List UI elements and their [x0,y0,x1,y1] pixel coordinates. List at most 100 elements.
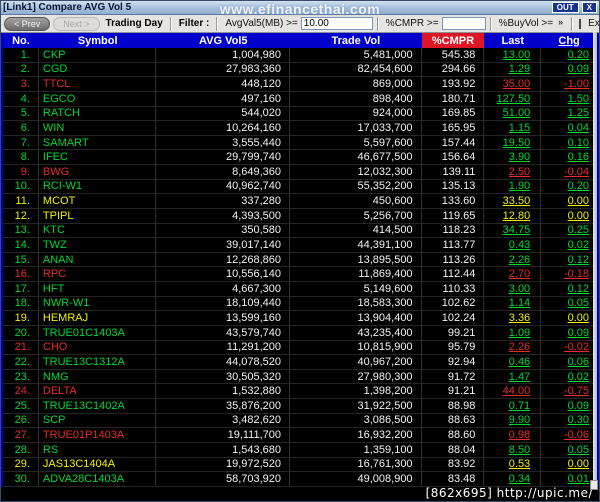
cell-symbol: SAMART [39,135,157,150]
table-row[interactable]: 29. JAS13C1404A 19,972,520 16,761,300 83.92 0… [3,457,597,473]
toolbar-overflow-icon[interactable]: » [558,17,563,27]
next-button[interactable]: Next > [53,16,100,31]
cell-trade-vol: 31,922,500 [290,399,422,413]
table-row[interactable]: 6. WIN 10,264,160 17,033,700 165.95 1.15 0.04 [3,121,597,136]
cell-cmpr: 139.11 [422,165,485,179]
table-row[interactable]: 13. KTC 350,580 414,500 118.23 34.75 0.25 [3,223,597,239]
cell-chg: 0.04 [567,121,590,134]
cell-avg-vol5: 4,393,500 [156,208,291,223]
header-cmpr[interactable]: %CMPR [421,33,485,48]
header-avg-vol5[interactable]: AVG Vol5 [156,33,290,48]
cell-trade-vol: 3,086,500 [290,413,422,428]
table-row[interactable]: 7. SAMART 3,555,440 5,597,600 157.44 19.50 0.1… [3,135,597,151]
table-row[interactable]: 14. TWZ 39,017,140 44,391,100 113.77 0.43 0.02 [3,238,597,253]
cell-symbol: EGCO [39,91,157,106]
cell-cmpr: 294.66 [422,62,485,77]
table-row[interactable]: 15. ANAN 12,268,860 13,895,500 113.26 2.26 0.1… [3,252,597,268]
header-trade-vol[interactable]: Trade Vol [290,33,422,48]
cell-chg: 0.10 [567,136,590,149]
table-row[interactable]: 24. DELTA 1,532,880 1,398,200 91.21 44.00 -0.7… [3,384,597,399]
cell-avg-vol5: 350,580 [156,223,291,238]
table-row[interactable]: 11. MCOT 337,280 450,600 133.60 33.50 0.00 [3,194,597,209]
quote-table-body: 1. CKP 1,004,980 5,481,000 545.38 13.00 0.20 2.… [1,48,599,487]
cell-chg: 0.20 [567,48,590,61]
prev-button[interactable]: < Prev [4,16,51,31]
cell-avg-vol5: 39,017,140 [156,238,291,252]
cell-avg-vol5: 10,264,160 [156,121,291,135]
cell-no: 22. [3,355,39,369]
header-symbol[interactable]: Symbol [39,33,157,48]
toolbar-separator [169,16,172,31]
cell-symbol: TTCL [39,77,157,91]
cell-symbol: WIN [39,121,157,135]
table-row[interactable]: 26. SCP 3,482,620 3,086,500 88.63 9.90 0.30 [3,413,597,429]
table-row[interactable]: 9. BWG 8,649,360 12,032,300 139.11 2.50 -0.04 [3,165,597,180]
header-chg[interactable]: Chg [541,33,597,48]
table-row[interactable]: 25. TRUE13C1402A 35,876,200 31,922,500 88.98… [3,399,597,414]
table-row[interactable]: 20. TRUE01C1403A 43,579,740 43,235,400 99.21… [3,325,597,341]
table-row[interactable]: 19. HEMRAJ 13,599,160 13,904,400 102.24 3.36 0… [3,311,597,326]
table-row[interactable]: 30. ADVA28C1403A 58,703,920 49,008,900 83.48… [3,472,597,487]
cell-cmpr: 102.62 [422,296,485,311]
table-row[interactable]: 28. RS 1,543,680 1,359,100 88.04 8.50 0.05 [3,442,597,458]
out-button[interactable]: OUT [551,2,579,13]
table-row[interactable]: 2. CGD 27,983,360 82,454,600 294.66 1.29 0.09 [3,62,597,78]
cell-last: 2.26 [484,252,542,267]
header-no[interactable]: No. [3,33,39,48]
cell-last: 13.00 [484,48,542,62]
table-row[interactable]: 27. TRUE01P1403A 19,111,700 16,932,200 88.60… [3,428,597,443]
avgvol-filter-input[interactable] [300,17,373,30]
table-row[interactable]: 8. IFEC 29,799,740 46,677,500 156.64 3.90 0.16 [3,150,597,165]
cell-last: 3.36 [484,311,542,325]
table-row[interactable]: 4. EGCO 497,160 898,400 180.71 127.50 1.50 [3,91,597,107]
cell-chg: 0.09 [567,326,590,339]
cell-chg: 0.20 [567,180,590,193]
table-row[interactable]: 22. TRUE13C1312A 44,078,520 40,967,200 92.94… [3,355,597,370]
resize-grip[interactable] [590,480,598,490]
cell-trade-vol: 869,000 [290,77,422,91]
table-row[interactable]: 12. TPIPL 4,393,500 5,256,700 119.65 12.80 0.0… [3,208,597,224]
table-row[interactable]: 23. NMG 30,505,320 27,980,300 91.72 1.47 0.02 [3,369,597,385]
cell-symbol: IFEC [39,150,157,164]
table-row[interactable]: 18. NWR-W1 18,109,440 18,583,300 102.62 1.14 0… [3,296,597,312]
cell-no: 2. [3,62,39,77]
cell-last: 2.50 [484,165,542,179]
cell-chg: 0.05 [567,297,590,310]
cell-chg: 0.00 [567,195,590,208]
exclude-dw-label: Exclude DW [588,18,600,29]
cell-avg-vol5: 8,649,360 [156,165,291,179]
cell-chg: 0.09 [567,63,590,76]
toolbar-separator [489,16,492,31]
cell-avg-vol5: 27,983,360 [156,62,291,77]
cell-avg-vol5: 35,876,200 [156,399,291,413]
cell-avg-vol5: 18,109,440 [156,296,291,311]
cell-last: 34.75 [484,223,542,238]
cell-avg-vol5: 12,268,860 [156,252,291,267]
table-row[interactable]: 10. RCI-W1 40,962,740 55,352,200 135.13 1.90 0… [3,179,597,195]
cell-no: 8. [3,150,39,164]
vertical-scrollbar[interactable] [593,32,597,484]
cell-chg: -0.75 [563,385,590,398]
cell-cmpr: 118.23 [422,223,485,238]
table-row[interactable]: 21. CHO 11,291,200 10,815,900 95.79 2.26 -0.02 [3,340,597,356]
cell-chg: 1.25 [567,107,590,120]
cell-trade-vol: 10,815,900 [290,340,422,355]
cell-trade-vol: 11,869,400 [290,267,422,281]
exclude-dw-checkbox[interactable] [579,18,582,29]
table-row[interactable]: 16. RPC 10,556,140 11,869,400 112.44 2.70 -0.1… [3,267,597,282]
cell-no: 4. [3,91,39,106]
cell-no: 15. [3,252,39,267]
header-last[interactable]: Last [484,33,541,48]
cell-avg-vol5: 13,599,160 [156,311,291,325]
table-row[interactable]: 1. CKP 1,004,980 5,481,000 545.38 13.00 0.20 [3,48,597,63]
cell-avg-vol5: 448,120 [156,77,291,91]
close-button[interactable]: X [581,2,597,13]
table-row[interactable]: 3. TTCL 448,120 869,000 193.92 35.00 -1.00 [3,77,597,92]
cmpr-filter-input[interactable] [441,17,486,30]
cell-no: 30. [3,472,39,486]
cell-trade-vol: 1,359,100 [290,442,422,457]
table-row[interactable]: 17. HFT 4,667,300 5,149,600 110.33 3.00 0.12 [3,282,597,297]
cell-chg: 0.02 [567,370,590,383]
table-row[interactable]: 5. RATCH 544,020 924,000 169.85 51.00 1.25 [3,106,597,122]
cell-trade-vol: 46,677,500 [290,150,422,164]
